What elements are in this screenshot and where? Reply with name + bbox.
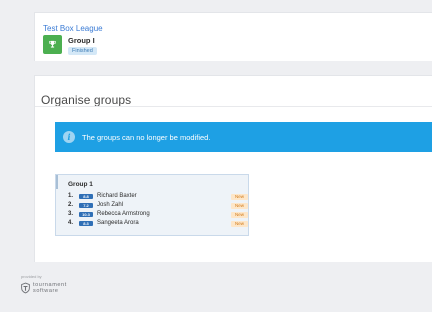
group-header-card: Test Box League Group I Finished	[34, 12, 432, 61]
rating-badge: 8.8	[79, 194, 93, 199]
new-badge: New	[231, 220, 248, 227]
title-divider	[35, 106, 432, 107]
trophy-icon	[49, 40, 56, 48]
group-avatar	[43, 35, 62, 54]
brand-line-2: software	[33, 288, 59, 294]
rating-badge: 7.2	[79, 203, 93, 208]
alert-text: The groups can no longer be modified.	[82, 132, 211, 142]
breadcrumb-link[interactable]: Test Box League	[43, 24, 103, 33]
player-row[interactable]: 4. 8.3 Sangeeta Arora New	[68, 220, 248, 228]
player-number: 1.	[68, 193, 74, 199]
player-number: 4.	[68, 220, 74, 226]
status-badge: Finished	[68, 47, 97, 55]
new-badge: New	[231, 202, 248, 209]
new-badge: New	[231, 211, 248, 218]
group-title: Group I	[68, 36, 95, 45]
player-row[interactable]: 1. 8.8 Richard Baxter New	[68, 193, 248, 201]
brand-name[interactable]: tournament software	[33, 282, 67, 294]
rating-badge: 10.3	[79, 212, 93, 217]
player-name: Josh Zahl	[97, 202, 124, 208]
footer: provided by tournament software	[20, 274, 140, 304]
page-title: Organise groups	[41, 93, 132, 108]
new-badge: New	[231, 193, 248, 200]
group-name: Group 1	[68, 181, 93, 188]
player-number: 2.	[68, 202, 74, 208]
provided-by-label: provided by	[21, 274, 42, 279]
player-row[interactable]: 2. 7.2 Josh Zahl New	[68, 202, 248, 210]
player-name: Richard Baxter	[97, 193, 137, 199]
rating-badge: 8.3	[79, 221, 93, 226]
player-row[interactable]: 3. 10.3 Rebecca Armstrong New	[68, 211, 248, 219]
group-box: Group 1 1. 8.8 Richard Baxter New 2. 7.2…	[55, 174, 249, 236]
tournament-software-logo-icon[interactable]	[21, 282, 30, 294]
player-name: Rebecca Armstrong	[97, 211, 150, 217]
info-icon: i	[63, 131, 75, 143]
player-number: 3.	[68, 211, 74, 217]
info-alert: i The groups can no longer be modified.	[55, 122, 432, 152]
player-name: Sangeeta Arora	[97, 220, 139, 226]
group-box-accent	[56, 175, 58, 189]
organise-groups-card: Organise groups i The groups can no long…	[34, 75, 432, 262]
